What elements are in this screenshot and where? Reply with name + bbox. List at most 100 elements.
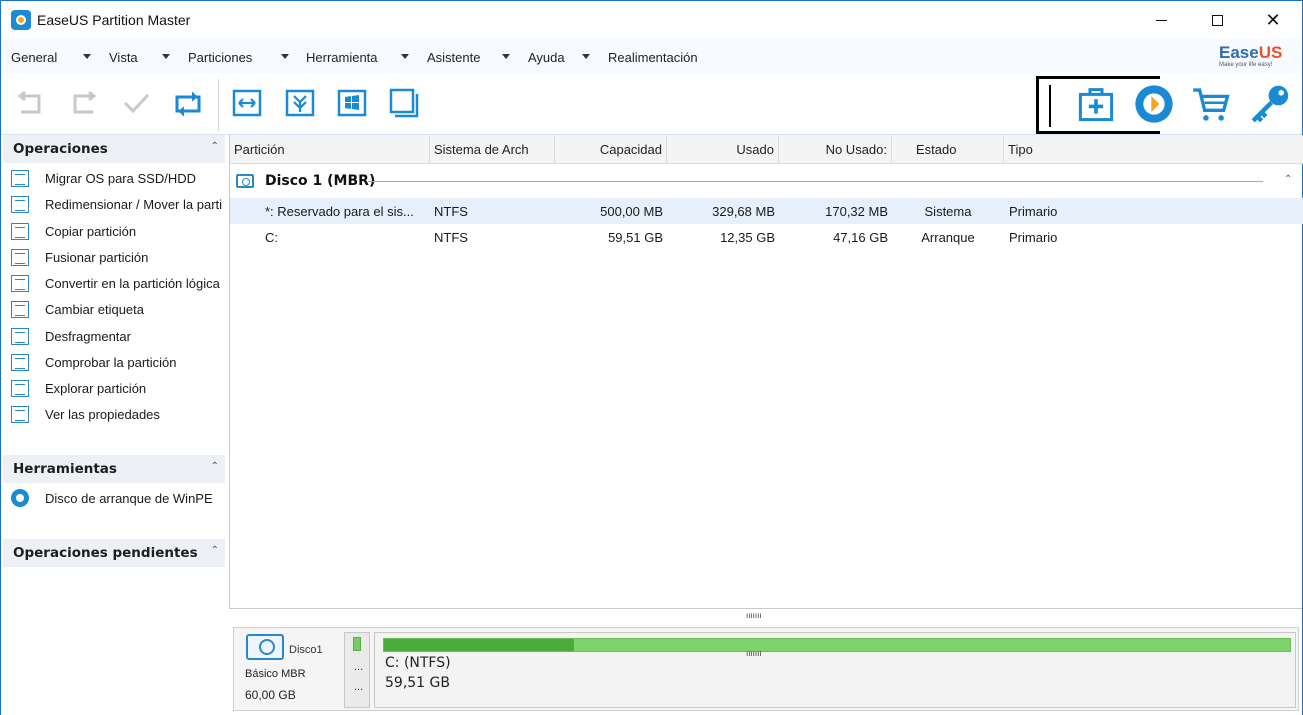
operations-title: Operaciones xyxy=(13,141,108,157)
app-window: EaseUS Partition Master ✕ General Vista … xyxy=(0,0,1303,715)
backup-button[interactable] xyxy=(1077,85,1115,123)
table-row[interactable]: *: Reservado para el sis... NTFS 500,00 … xyxy=(230,198,1303,224)
pane-splitter[interactable]: ııııııı xyxy=(746,649,762,658)
op-desfragmentar[interactable]: Desfragmentar xyxy=(11,325,131,347)
op-label: Cambiar etiqueta xyxy=(45,301,144,317)
disk-name: Disco1 xyxy=(289,644,323,656)
pending-header[interactable]: Operaciones pendientes ⌃ xyxy=(3,539,225,567)
op-propiedades[interactable]: Ver las propiedades xyxy=(11,403,160,425)
minimize-button[interactable] xyxy=(1133,1,1189,39)
op-comprobar[interactable]: Comprobar la partición xyxy=(11,351,177,373)
cell-usado: 329,68 MB xyxy=(712,204,775,219)
chevron-down-icon[interactable] xyxy=(281,54,289,59)
merge-icon xyxy=(285,89,315,117)
chevron-down-icon[interactable] xyxy=(502,54,510,59)
partition-block-c[interactable]: C: (NTFS) 59,51 GB xyxy=(374,632,1296,708)
truncated-label: ... xyxy=(354,661,364,673)
disk-icon xyxy=(236,174,254,188)
tools-title: Herramientas xyxy=(13,461,117,477)
toolbar-separator xyxy=(1049,85,1051,127)
brand-name: EaseUS xyxy=(1219,44,1291,62)
brand-tagline: Make your life easy! xyxy=(1219,62,1273,68)
operations-header[interactable]: Operaciones ⌃ xyxy=(3,135,225,163)
column-usado[interactable]: Usado xyxy=(667,135,779,164)
op-label: Copiar partición xyxy=(45,223,137,239)
refresh-button[interactable] xyxy=(171,87,205,119)
toolbar xyxy=(1,73,1302,135)
menu-ayuda[interactable]: Ayuda xyxy=(528,50,565,65)
op-cambiar-etiqueta[interactable]: Cambiar etiqueta xyxy=(11,298,144,320)
column-capacidad[interactable]: Capacidad xyxy=(555,135,667,164)
op-label: Comprobar la partición xyxy=(45,354,177,370)
merge-icon xyxy=(11,248,29,266)
cell-tipo: Primario xyxy=(1009,230,1058,245)
menu-bar: General Vista Particiones Herramienta As… xyxy=(1,39,1302,73)
truncated-label: ... xyxy=(354,681,364,693)
usage-bar xyxy=(383,638,1291,652)
resize-move-button[interactable] xyxy=(230,87,264,119)
op-redimensionar[interactable]: Redimensionar / Mover la parti xyxy=(11,193,222,215)
op-explorar[interactable]: Explorar partición xyxy=(11,377,146,399)
menu-asistente[interactable]: Asistente xyxy=(427,50,480,65)
title-bar: EaseUS Partition Master ✕ xyxy=(1,1,1302,39)
menu-vista[interactable]: Vista xyxy=(109,50,138,65)
tool-winpe[interactable]: Disco de arranque de WinPE xyxy=(11,487,213,509)
cart-button[interactable] xyxy=(1191,84,1231,124)
migrate-os-button[interactable] xyxy=(335,87,369,119)
op-fusionar[interactable]: Fusionar partición xyxy=(11,246,148,268)
pending-title: Operaciones pendientes xyxy=(13,545,198,561)
op-convertir[interactable]: Convertir en la partición lógica xyxy=(11,272,220,294)
column-estado[interactable]: Estado xyxy=(892,135,1004,164)
close-button[interactable]: ✕ xyxy=(1245,1,1301,39)
key-icon xyxy=(1251,85,1289,123)
menu-herramienta[interactable]: Herramienta xyxy=(306,50,378,65)
column-sistema[interactable]: Sistema de Arch xyxy=(430,135,555,164)
column-no-usado[interactable]: No Usado: xyxy=(779,135,892,164)
disk-group-row[interactable]: Disco 1 (MBR) ⌃ xyxy=(230,168,1303,194)
op-migrar-os[interactable]: Migrar OS para SSD/HDD xyxy=(11,167,196,189)
pane-splitter[interactable]: ııııııı xyxy=(746,611,762,620)
partition-block-reserved[interactable]: ... ... xyxy=(344,632,370,708)
table-row[interactable]: C: NTFS 59,51 GB 12,35 GB 47,16 GB Arran… xyxy=(230,224,1303,250)
chevron-down-icon[interactable] xyxy=(582,54,590,59)
menu-particiones[interactable]: Particiones xyxy=(188,50,252,65)
chevron-down-icon[interactable] xyxy=(83,54,91,59)
op-label: Explorar partición xyxy=(45,380,147,396)
chevron-down-icon[interactable] xyxy=(401,54,409,59)
undo-icon xyxy=(17,90,41,114)
refresh-icon xyxy=(175,91,201,117)
collapse-icon[interactable]: ⌃ xyxy=(211,545,219,556)
op-copiar[interactable]: Copiar partición xyxy=(11,220,136,242)
collapse-icon[interactable]: ⌃ xyxy=(211,461,219,472)
cell-tipo: Primario xyxy=(1009,204,1058,219)
app-logo-icon xyxy=(11,10,31,30)
collapse-icon[interactable]: ⌃ xyxy=(1284,174,1292,185)
column-tipo[interactable]: Tipo xyxy=(1004,135,1303,164)
copy-button[interactable] xyxy=(387,87,421,119)
column-particion[interactable]: Partición xyxy=(230,135,430,164)
license-key-button[interactable] xyxy=(1249,83,1291,125)
chevron-down-icon[interactable] xyxy=(162,54,170,59)
redo-button[interactable] xyxy=(67,87,101,119)
tools-header[interactable]: Herramientas ⌃ xyxy=(3,455,225,483)
op-label: Ver las propiedades xyxy=(45,406,160,422)
backup-icon xyxy=(1078,88,1114,122)
boot-disc-icon xyxy=(11,489,29,507)
collapse-icon[interactable]: ⌃ xyxy=(211,141,219,152)
menu-general[interactable]: General xyxy=(11,50,57,65)
minimize-icon xyxy=(1155,19,1167,21)
cart-icon xyxy=(1193,88,1230,121)
maximize-button[interactable] xyxy=(1189,1,1245,39)
table-header: Partición Sistema de Arch Capacidad Usad… xyxy=(230,135,1303,164)
disk-map: Disco1 Básico MBR 60,00 GB ... ... C: (N… xyxy=(233,627,1299,711)
cell-sistema: NTFS xyxy=(434,230,468,245)
cell-estado: Sistema xyxy=(924,204,972,219)
cell-no-usado: 47,16 GB xyxy=(833,230,888,245)
op-label: Fusionar partición xyxy=(45,249,149,265)
recovery-button[interactable] xyxy=(1134,84,1174,124)
menu-realimentacion[interactable]: Realimentación xyxy=(608,50,698,65)
disk-label: Disco 1 (MBR) xyxy=(265,173,376,189)
merge-button[interactable] xyxy=(283,87,317,119)
apply-button[interactable] xyxy=(119,87,153,119)
undo-button[interactable] xyxy=(13,87,47,119)
